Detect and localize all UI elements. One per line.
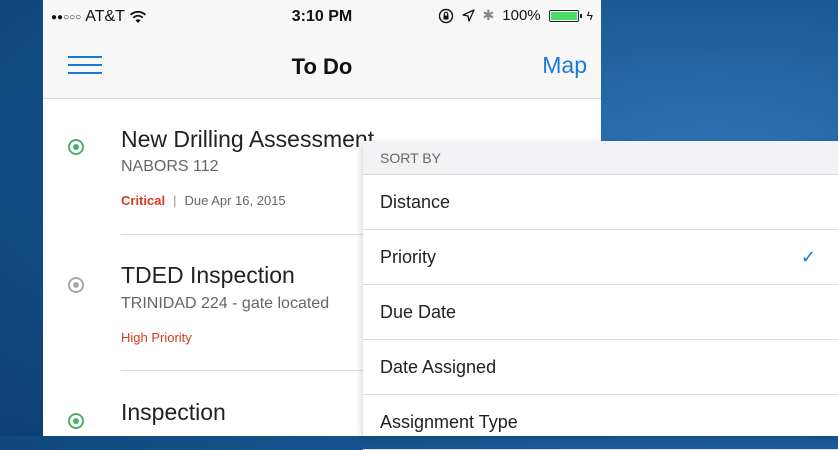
task-title: Inspection [121,399,226,425]
checkmark-icon: ✓ [800,247,816,267]
task-title: New Drilling Assessment [121,126,375,152]
sort-option-date-assigned[interactable]: Date Assigned [363,340,838,395]
rotation-lock-icon [438,8,453,23]
map-button[interactable]: Map [542,52,587,79]
priority-label: High Priority [121,330,192,345]
status-right: ✱ 100% ϟ [438,7,593,24]
priority-label: Critical [121,193,166,208]
status-bar: ●●○○○ AT&T 3:10 PM ✱ 100% ϟ [43,0,601,36]
meta-separator: | [173,193,177,208]
sort-option-label: Assignment Type [380,412,518,432]
battery-percent: 100% [502,7,541,24]
due-date: Due Apr 16, 2015 [184,193,286,208]
sort-option-assignment-type[interactable]: Assignment Type [363,395,838,450]
sort-option-distance[interactable]: Distance [363,175,838,230]
bluetooth-icon: ✱ [482,7,495,23]
task-subtitle: NABORS 112 [121,158,219,175]
task-subtitle: TRINIDAD 224 - gate located [121,295,330,312]
location-arrow-icon [461,9,475,22]
sort-option-label: Priority [380,247,437,267]
sort-by-popover: SORT BY Distance Priority ✓ Due Date Dat… [363,141,838,450]
status-radio-icon[interactable] [68,413,84,429]
charging-bolt-icon: ϟ [586,8,593,23]
status-radio-icon[interactable] [68,139,84,155]
page-title: To Do [291,54,353,79]
sort-option-priority[interactable]: Priority ✓ [363,230,838,285]
task-title: TDED Inspection [121,262,295,288]
sort-option-label: Date Assigned [380,357,497,377]
sort-option-due-date[interactable]: Due Date [363,285,838,340]
navigation-bar: To Do Map [43,36,601,99]
sort-by-header: SORT BY [363,141,838,175]
status-radio-icon[interactable] [68,277,84,293]
sort-option-label: Distance [380,192,451,212]
battery-icon [548,9,582,22]
task-meta: Critical | Due Apr 16, 2015 [121,193,286,208]
sort-option-label: Due Date [380,302,457,322]
